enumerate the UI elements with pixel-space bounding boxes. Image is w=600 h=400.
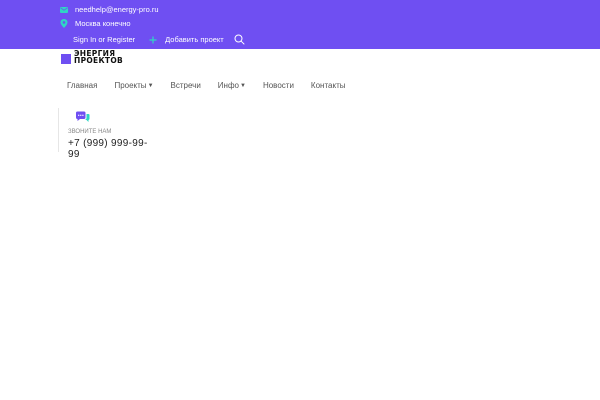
nav-item-meetings[interactable]: Встречи [171,81,201,90]
signin-register-link[interactable]: Sign In or Register [73,35,135,44]
nav-item-label: Главная [67,81,98,90]
logo-line-2: ПРОЕКТОВ [74,55,124,65]
nav-item-news[interactable]: Новости [263,81,294,90]
chevron-down-icon: ▼ [240,82,246,89]
plus-icon[interactable] [149,36,157,44]
search-icon[interactable] [234,34,245,45]
contact-box: ЗВОНИТЕ НАМ +7 (999) 999-99-99 [58,108,159,160]
nav-item-label: Новости [262,81,294,90]
chevron-down-icon: ▼ [147,82,154,89]
map-pin-icon [60,19,68,28]
phone-number[interactable]: +7 (999) 999-99-99 [68,138,159,160]
logo-text: ЭНЕРГИЯ ПРОЕКТОВ [74,49,124,65]
add-project-link[interactable]: Добавить проект [165,35,224,44]
logo-mark [61,54,71,64]
actions-row: Sign In or Register Добавить проект [73,34,245,45]
nav-item-projects[interactable]: Проекты ▼ [114,81,153,90]
main-nav: Главная Проекты ▼ Встречи Инфо ▼ Новости К… [67,81,362,90]
address-text: Москва конечно [75,19,131,28]
nav-item-label: Проекты [114,81,147,90]
site-logo[interactable]: ЭНЕРГИЯ ПРОЕКТОВ [61,49,123,64]
email-row: needhelp@energy-pro.ru [60,5,159,14]
chat-icon [75,111,90,126]
top-bar: needhelp@energy-pro.ru Москва конечно Si… [0,0,600,49]
nav-item-contacts[interactable]: Контакты [311,81,346,90]
email-link[interactable]: needhelp@energy-pro.ru [75,5,159,14]
nav-item-home[interactable]: Главная [67,81,97,90]
nav-item-info[interactable]: Инфо ▼ [218,81,246,90]
mail-icon [60,6,68,13]
call-us-label: ЗВОНИТЕ НАМ [68,129,112,135]
nav-item-label: Инфо [217,81,239,90]
nav-item-label: Встречи [170,81,201,90]
address-row: Москва конечно [60,19,131,28]
nav-item-label: Контакты [310,81,346,90]
